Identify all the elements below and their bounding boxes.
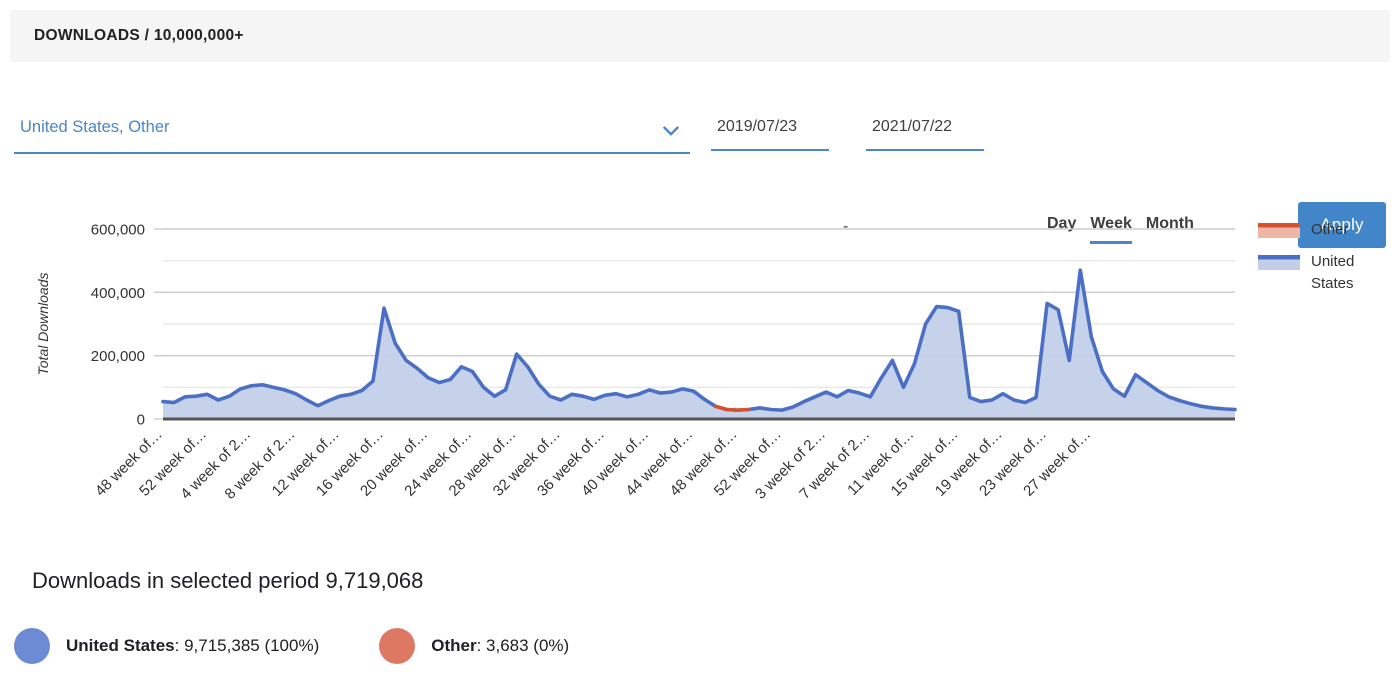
date-end-value: 2021/07/22 (872, 118, 953, 135)
page-title: DOWNLOADS / 10,000,000+ (34, 27, 244, 44)
date-start-value: 2019/07/23 (717, 118, 798, 135)
panel-header: DOWNLOADS / 10,000,000+ (10, 10, 1390, 62)
summary-value-other: 3,683 (0%) (486, 636, 570, 655)
date-end-input[interactable]: 2021/07/22 (866, 109, 984, 151)
legend-swatch-line (1258, 255, 1300, 260)
controls-row: United States, Other 2019/07/23 - 2021/0… (0, 96, 1400, 248)
summary-legend-item-other: Other: 3,683 (0%) (379, 628, 569, 664)
y-axis-tick-label: 200,000 (91, 348, 145, 365)
chart-legend-item[interactable]: United States (1258, 253, 1354, 292)
summary-label-other: Other: 3,683 (0%) (431, 636, 569, 656)
summary-value-us: 9,715,385 (100%) (184, 636, 320, 655)
summary-legend: United States: 9,715,385 (100%) Other: 3… (14, 628, 569, 664)
y-axis-tick-label: 0 (137, 412, 145, 429)
y-axis-title: Total Downloads (35, 273, 51, 376)
summary-dot-us (14, 628, 50, 664)
chart-canvas: 0200,000400,000600,000Total Downloads48 … (35, 221, 1354, 503)
summary-name-other: Other (431, 636, 477, 655)
summary-colon-us: : (174, 636, 185, 655)
legend-swatch-fill (1258, 227, 1300, 238)
chart-legend-item[interactable]: Other (1258, 221, 1349, 238)
summary-name-us: United States (66, 636, 175, 655)
summary-title: Downloads in selected period 9,719,068 (32, 568, 424, 593)
country-select-value: United States, Other (20, 118, 170, 136)
chevron-down-icon[interactable] (660, 120, 682, 142)
y-axis-tick-label: 400,000 (91, 285, 145, 302)
legend-label: United (1311, 253, 1354, 270)
downloads-chart: 0 200,000 400,000 600,000 Total Downloads 48 … (0, 185, 1400, 535)
summary-label-us: United States: 9,715,385 (100%) (66, 636, 319, 656)
legend-swatch-line (1258, 223, 1300, 228)
summary-dot-other (379, 628, 416, 664)
series-line-other (713, 404, 751, 412)
date-start-input[interactable]: 2019/07/23 (711, 109, 829, 151)
summary-legend-item-us: United States: 9,715,385 (100%) (14, 628, 319, 664)
legend-label: Other (1311, 221, 1349, 238)
y-axis-tick-label: 600,000 (91, 222, 145, 239)
legend-label-cont: States (1311, 275, 1354, 292)
summary-colon-other: : (476, 636, 487, 655)
country-select[interactable]: United States, Other (14, 108, 690, 154)
legend-swatch-fill (1258, 259, 1300, 270)
